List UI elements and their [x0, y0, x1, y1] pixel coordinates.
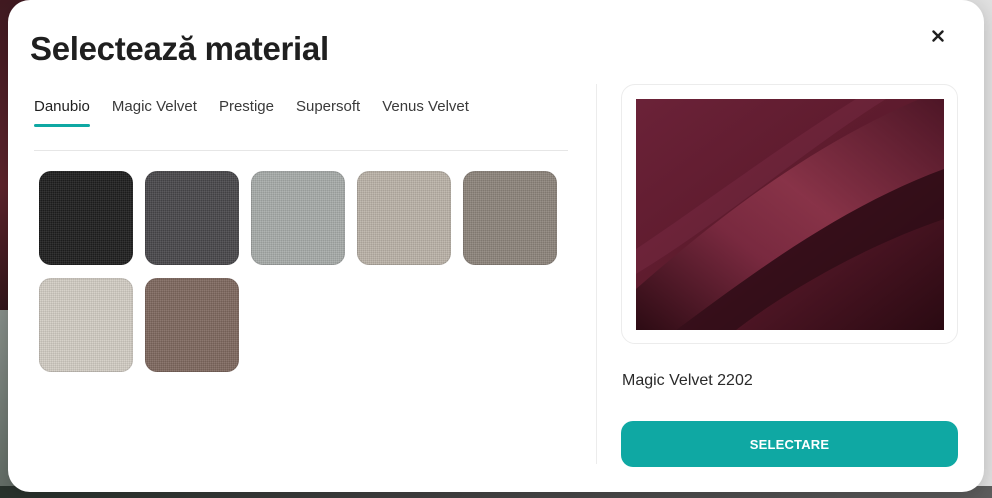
material-preview-card — [621, 84, 958, 344]
selected-material-name: Magic Velvet 2202 — [622, 372, 753, 389]
swatch-grid — [39, 171, 557, 372]
close-button[interactable] — [926, 24, 950, 48]
swatch[interactable] — [145, 171, 239, 265]
tab-magic-velvet[interactable]: Magic Velvet — [112, 98, 197, 127]
tab-supersoft[interactable]: Supersoft — [296, 98, 360, 127]
panel-divider — [596, 84, 597, 464]
tab-danubio[interactable]: Danubio — [34, 98, 90, 127]
material-preview-image — [636, 99, 944, 330]
swatch[interactable] — [463, 171, 557, 265]
select-material-button[interactable]: SELECTARE — [621, 421, 958, 467]
material-tabs: Danubio Magic Velvet Prestige Supersoft … — [34, 98, 469, 127]
swatch[interactable] — [357, 171, 451, 265]
tab-prestige[interactable]: Prestige — [219, 98, 274, 127]
tabs-divider — [34, 150, 568, 151]
swatch[interactable] — [39, 278, 133, 372]
tab-venus-velvet[interactable]: Venus Velvet — [382, 98, 469, 127]
swatch[interactable] — [145, 278, 239, 372]
swatch[interactable] — [39, 171, 133, 265]
material-select-modal: Selectează material Danubio Magic Velvet… — [8, 0, 984, 492]
modal-title: Selectează material — [30, 30, 329, 67]
swatch[interactable] — [251, 171, 345, 265]
close-icon — [932, 30, 944, 42]
